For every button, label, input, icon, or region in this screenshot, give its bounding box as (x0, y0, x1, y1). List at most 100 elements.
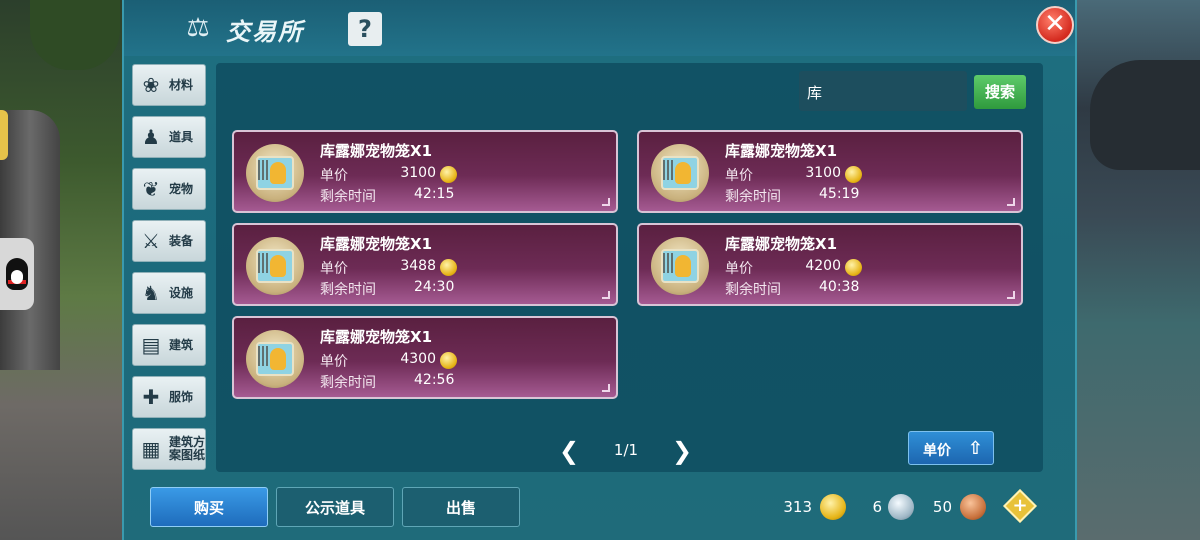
side-tab-handle[interactable] (0, 110, 8, 160)
add-currency-button[interactable]: + (1003, 489, 1037, 523)
time-label: 剩余时间 (320, 189, 376, 205)
corner-mark-icon (1007, 198, 1015, 206)
pet-cage-icon (246, 237, 304, 295)
category-materials[interactable]: ❀ 材料 (132, 64, 206, 106)
time-label: 剩余时间 (320, 282, 376, 298)
page-indicator: 1/1 (613, 441, 639, 459)
exchange-window: ⚖ 交易所 ? ✕ ❀ 材料 ♟ 道具 ❦ 宠物 ⚔ 装备 ♞ 设施 ▤ 建筑 … (122, 0, 1077, 540)
time-remaining: 45:19 (819, 186, 860, 202)
copper-amount: 50 (932, 498, 952, 516)
item-name: 库露娜宠物笼X1 (320, 328, 433, 346)
listing-card[interactable]: 库露娜宠物笼X1 单价 3100 剩余时间 42:15 (232, 130, 618, 213)
brick-icon: ▤ (141, 333, 161, 357)
qq-penguin-button[interactable] (0, 238, 34, 310)
time-label: 剩余时间 (725, 282, 781, 298)
category-label: 材料 (169, 77, 194, 92)
gold-coin-icon (820, 494, 846, 520)
next-page-button[interactable]: ❯ (672, 439, 692, 463)
pet-cage-icon (246, 330, 304, 388)
prev-page-button[interactable]: ❮ (559, 439, 579, 463)
listing-card[interactable]: 库露娜宠物笼X1 单价 4300 剩余时间 42:56 (232, 316, 618, 399)
silver-coin-icon (888, 494, 914, 520)
game-scene-right (1076, 0, 1200, 540)
time-label: 剩余时间 (320, 375, 376, 391)
gold-coin-icon (440, 166, 457, 183)
category-tools[interactable]: ♟ 道具 (132, 116, 206, 158)
gold-coin-icon (845, 259, 862, 276)
listing-panel: 库 搜索 库露娜宠物笼X1 单价 3100 剩余时间 42:15 库露娜宠物笼X… (216, 63, 1043, 472)
clothing-icon: ✚ (142, 385, 160, 409)
public-items-tab[interactable]: 公示道具 (276, 487, 394, 527)
category-label: 服饰 (169, 389, 194, 404)
corner-mark-icon (602, 291, 610, 299)
scales-icon: ⚖ (186, 13, 210, 43)
pet-cage-icon (651, 237, 709, 295)
category-buildings[interactable]: ▤ 建筑 (132, 324, 206, 366)
time-remaining: 42:56 (414, 372, 455, 388)
price-label: 单价 (320, 354, 348, 370)
category-blueprints[interactable]: ▦ 建筑方 案图纸 (132, 428, 206, 470)
gold-coin-icon (440, 352, 457, 369)
buy-tab[interactable]: 购买 (150, 487, 268, 527)
price-label: 单价 (725, 168, 753, 184)
tool-icon: ♟ (142, 125, 160, 149)
category-label: 设施 (169, 285, 194, 300)
category-label: 建筑方 案图纸 (169, 435, 206, 462)
price-value: 3100 (805, 165, 841, 181)
price-value: 3100 (400, 165, 436, 181)
close-button[interactable]: ✕ (1036, 6, 1074, 44)
item-name: 库露娜宠物笼X1 (320, 235, 433, 253)
gold-coin-icon (440, 259, 457, 276)
category-label: 宠物 (169, 181, 194, 196)
window-title: 交易所 (226, 18, 304, 46)
item-name: 库露娜宠物笼X1 (725, 235, 838, 253)
listing-card[interactable]: 库露娜宠物笼X1 单价 3488 剩余时间 24:30 (232, 223, 618, 306)
paw-icon: ❦ (142, 177, 160, 201)
category-label: 建筑 (169, 337, 194, 352)
category-pets[interactable]: ❦ 宠物 (132, 168, 206, 210)
sword-icon: ⚔ (142, 229, 160, 253)
category-label: 道具 (169, 129, 194, 144)
gold-coin-icon (845, 166, 862, 183)
time-remaining: 40:38 (819, 279, 860, 295)
search-button[interactable]: 搜索 (974, 75, 1026, 109)
price-label: 单价 (320, 168, 348, 184)
corner-mark-icon (602, 384, 610, 392)
price-value: 4300 (400, 351, 436, 367)
pet-cage-icon (651, 144, 709, 202)
category-label: 装备 (169, 233, 194, 248)
category-equipment[interactable]: ⚔ 装备 (132, 220, 206, 262)
boat-decoration (1090, 60, 1200, 170)
listing-card[interactable]: 库露娜宠物笼X1 单价 3100 剩余时间 45:19 (637, 130, 1023, 213)
time-remaining: 42:15 (414, 186, 455, 202)
pet-cage-icon (246, 144, 304, 202)
penguin-icon (6, 258, 28, 290)
gold-amount: 313 (783, 498, 812, 516)
corner-mark-icon (1007, 291, 1015, 299)
tree-decoration (30, 0, 120, 70)
category-clothing[interactable]: ✚ 服饰 (132, 376, 206, 418)
materials-icon: ❀ (142, 73, 160, 97)
search-input[interactable]: 库 (799, 71, 967, 111)
plus-icon: + (1012, 495, 1028, 516)
corner-mark-icon (602, 198, 610, 206)
title-bar: ⚖ 交易所 ? ✕ (124, 0, 1075, 56)
price-value: 4200 (805, 258, 841, 274)
price-label: 单价 (320, 261, 348, 277)
price-label: 单价 (725, 261, 753, 277)
help-button[interactable]: ? (348, 12, 382, 46)
time-label: 剩余时间 (725, 189, 781, 205)
category-facilities[interactable]: ♞ 设施 (132, 272, 206, 314)
listing-card[interactable]: 库露娜宠物笼X1 单价 4200 剩余时间 40:38 (637, 223, 1023, 306)
item-name: 库露娜宠物笼X1 (725, 142, 838, 160)
facility-icon: ♞ (142, 281, 160, 305)
time-remaining: 24:30 (414, 279, 455, 295)
price-value: 3488 (400, 258, 436, 274)
item-name: 库露娜宠物笼X1 (320, 142, 433, 160)
sort-arrow-icon: ⇧ (967, 438, 983, 459)
sort-by-price-button[interactable]: 单价 ⇧ (908, 431, 994, 465)
sort-label: 单价 (923, 443, 951, 459)
blueprint-icon: ▦ (141, 437, 161, 461)
silver-amount: 6 (872, 498, 882, 516)
sell-tab[interactable]: 出售 (402, 487, 520, 527)
